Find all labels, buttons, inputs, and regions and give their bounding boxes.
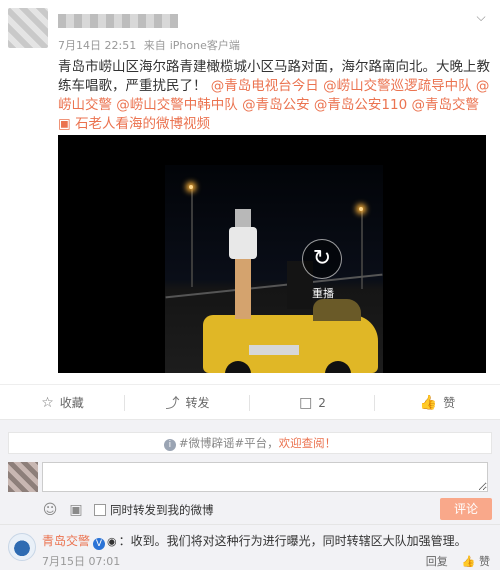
author-name[interactable] [58, 14, 178, 28]
video-topic-label: 石老人看海的微博视频 [75, 116, 211, 132]
info-icon: i [163, 439, 176, 451]
like-label: 赞 [443, 396, 456, 410]
also-repost-checkbox[interactable] [94, 504, 106, 516]
road-line [165, 273, 383, 299]
emoji-icon[interactable]: ☺ [42, 502, 58, 518]
video-link-icon: ▣ [58, 116, 71, 132]
person-head [235, 209, 251, 227]
car [203, 299, 378, 373]
star-icon: ☆ [41, 394, 54, 411]
favorite-button[interactable]: ☆ 收藏 [0, 385, 125, 420]
commenter-name[interactable]: 青岛交警 [42, 534, 90, 548]
comment-toolbar: ☺ ▣ 同时转发到我的微博 [42, 500, 488, 520]
street-lamp [189, 185, 193, 189]
comment-item: 青岛交警 V ◉ ：收到。我们将对这种行为进行曝光，同时转辖区大队加强管理。 7月15… [0, 524, 500, 570]
post-time[interactable]: 7月14日 22:51 [58, 39, 136, 52]
mention-link[interactable]: @青岛公安 [242, 97, 310, 113]
also-repost-label[interactable]: 同时转发到我的微博 [110, 502, 214, 518]
panda-emoji-icon: ◉ [107, 535, 117, 548]
thumbs-up-icon: 👍 [461, 555, 476, 568]
author-avatar[interactable] [8, 8, 48, 48]
street-pole [191, 187, 193, 287]
post-meta: 7月14日 22:51 来自 iPhone客户端 [58, 37, 244, 53]
reply-button[interactable]: 回复 [426, 553, 448, 569]
car-plate [249, 345, 299, 355]
like-button[interactable]: 👍 赞 [375, 385, 500, 420]
replay-label[interactable]: 重播 [312, 285, 334, 301]
car-wheel [325, 361, 351, 373]
weibo-post: ⌵ 7月14日 22:51 来自 iPhone客户端 青岛市崂山区海尔路青建橄榄城… [0, 0, 500, 384]
chevron-down-icon[interactable]: ⌵ [472, 10, 490, 24]
person-legs [235, 259, 251, 319]
comment-text: ：收到。我们将对这种行为进行曝光，同时转辖区大队加强管理。 [118, 534, 467, 548]
replay-icon[interactable]: ↻ [302, 239, 342, 279]
post-source-prefix: 来自 [143, 39, 166, 52]
mention-link[interactable]: @青岛电视台今日 [211, 78, 319, 94]
mention-link[interactable]: @崂山交警中韩中队 [116, 97, 238, 113]
rumor-notice: i #微博辟谣#平台，欢迎查阅！ [8, 432, 492, 454]
car-window [313, 299, 361, 321]
post-source[interactable]: iPhone客户端 [170, 39, 240, 52]
video-frame [165, 165, 383, 373]
submit-comment-button[interactable]: 评论 [440, 498, 492, 520]
my-avatar [8, 462, 38, 492]
favorite-label: 收藏 [59, 396, 84, 410]
post-content: 青岛市崂山区海尔路青建橄榄城小区马路对面，海尔路南向北。大晚上教练车唱歌，严重扰… [58, 58, 490, 134]
mention-link[interactable]: @青岛交警 [411, 97, 479, 113]
repost-button[interactable]: ⤴ 转发 [125, 385, 250, 420]
comment-body: 青岛交警 V ◉ ：收到。我们将对这种行为进行曝光，同时转辖区大队加强管理。 [42, 533, 467, 550]
comment-input[interactable] [42, 462, 488, 492]
action-bar: ☆ 收藏 ⤴ 转发 □ 2 👍 赞 [0, 384, 500, 420]
video-player[interactable]: ↻ 重播 [58, 135, 486, 373]
street-lamp [359, 207, 363, 211]
comment-like-label: 赞 [479, 555, 490, 568]
comment-icon: □ [299, 394, 313, 411]
comment-actions: 回复 👍 赞 [426, 553, 490, 569]
notice-text[interactable]: #微博辟谣#平台， [179, 436, 279, 450]
person-shirt [229, 227, 257, 259]
mention-link[interactable]: @崂山交警巡逻疏导中队 [323, 78, 472, 94]
notice-link[interactable]: 欢迎查阅！ [279, 436, 337, 450]
commenter-avatar[interactable] [8, 533, 36, 561]
comment-time: 7月15日 07:01 [42, 555, 121, 568]
image-icon[interactable]: ▣ [68, 502, 84, 518]
car-wheel [225, 361, 251, 373]
mention-link[interactable]: @青岛公安110 [314, 97, 407, 113]
thumbs-up-icon: 👍 [419, 394, 438, 411]
comment-like-button[interactable]: 👍 赞 [462, 553, 490, 569]
comment-section: i #微博辟谣#平台，欢迎查阅！ ☺ ▣ 同时转发到我的微博 评论 青岛交警 V ◉：… [0, 420, 500, 570]
person [229, 209, 257, 319]
repost-label: 转发 [185, 396, 210, 410]
comment-count: 2 [318, 395, 326, 410]
repost-icon: ⤴ [165, 395, 180, 412]
comment-button[interactable]: □ 2 [250, 385, 375, 420]
video-topic-link[interactable]: ▣ 石老人看海的微博视频 [58, 116, 210, 132]
verified-icon: V [93, 538, 106, 550]
